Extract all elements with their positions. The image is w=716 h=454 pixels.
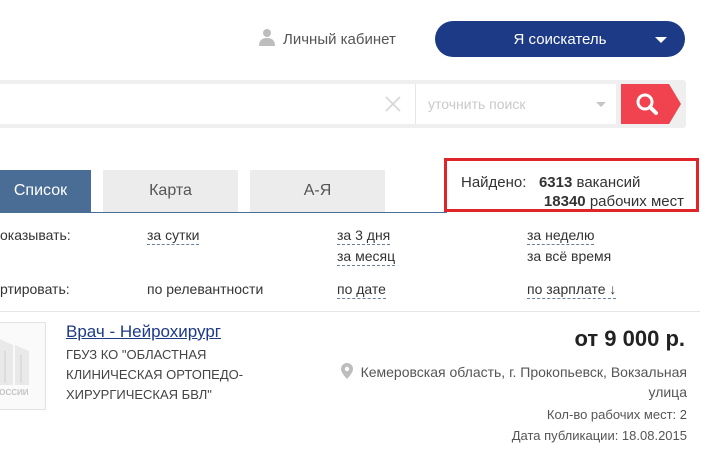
vacancy-title-link[interactable]: Врач - Нейрохирург <box>66 322 221 342</box>
vacancies-label: вакансий <box>576 174 641 191</box>
sort-salary[interactable]: по зарплате ↓ <box>527 281 617 299</box>
search-input[interactable] <box>0 84 415 124</box>
places-label: рабочих мест <box>589 193 684 210</box>
tab-list[interactable]: Список <box>0 170 91 212</box>
logo-text: РОССИИ <box>0 388 29 397</box>
sort-relevance[interactable]: по релевантности <box>147 281 263 297</box>
show-period-label: оказывать: <box>0 227 71 243</box>
vacancy-location: Кемеровская область, г. Прокопьевск, Вок… <box>360 364 687 400</box>
search-button-arrow <box>669 84 681 124</box>
chevron-down-icon <box>596 102 606 107</box>
vacancies-count: 6313 <box>538 174 573 191</box>
building-icon <box>0 339 29 385</box>
tab-a-z[interactable]: А-Я <box>250 170 385 212</box>
clear-icon[interactable] <box>384 95 402 113</box>
divider <box>0 311 700 312</box>
places-count: 18340 <box>543 193 586 210</box>
places-count-info: Кол-во рабочих мест: 2 <box>546 407 687 422</box>
filter-week[interactable]: за неделю <box>527 227 595 245</box>
filter-month[interactable]: за месяц <box>337 248 396 266</box>
tabs-underline <box>0 212 447 213</box>
employer-name: ГБУЗ КО "ОБЛАСТНАЯ КЛИНИЧЕСКАЯ ОРТОПЕДО-… <box>66 347 244 402</box>
filter-all-time[interactable]: за всё время <box>527 248 611 264</box>
role-button-label: Я соискатель <box>513 30 607 48</box>
sort-label: ртировать: <box>0 281 70 297</box>
tab-map[interactable]: Карта <box>103 170 238 212</box>
location-pin-icon <box>341 363 353 384</box>
refine-search-placeholder: уточнить поиск <box>428 96 526 112</box>
sort-date[interactable]: по дате <box>337 281 386 299</box>
filter-3-days[interactable]: за 3 дня <box>337 227 391 245</box>
salary: от 9 000 р. <box>574 326 686 351</box>
found-summary: Найдено: 6313 вакансий 18340 рабочих мес… <box>444 158 699 212</box>
filter-day[interactable]: за сутки <box>147 227 200 245</box>
search-button[interactable] <box>621 84 669 124</box>
refine-search-dropdown[interactable]: уточнить поиск <box>415 84 616 124</box>
user-icon <box>259 28 275 51</box>
publication-date: Дата публикации: 18.08.2015 <box>511 428 687 443</box>
chevron-down-icon <box>655 37 667 43</box>
role-select-button[interactable]: Я соискатель <box>435 21 685 57</box>
search-icon <box>636 93 658 115</box>
found-label: Найдено: <box>461 174 527 191</box>
personal-cabinet-link[interactable]: Личный кабинет <box>259 28 396 50</box>
personal-cabinet-label: Личный кабинет <box>283 30 396 48</box>
